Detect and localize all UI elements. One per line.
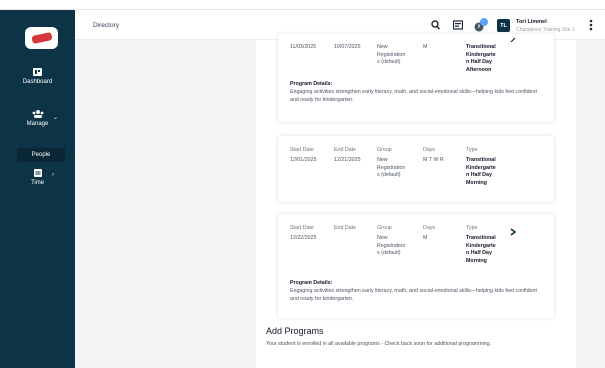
search-icon[interactable]	[431, 20, 440, 30]
group-line: Registration	[377, 164, 406, 171]
days: M	[423, 44, 428, 50]
column-header: End Date	[334, 225, 357, 231]
more-vertical-icon[interactable]	[589, 19, 593, 31]
column-header: Start Date	[290, 225, 314, 231]
breadcrumb[interactable]: Directory	[93, 22, 119, 29]
sidebar-item-label: People	[31, 152, 51, 158]
logo-icon[interactable]	[25, 27, 58, 49]
group-line: New	[377, 157, 388, 163]
program-card: Start Date End Date Group Days Type 12/2…	[278, 214, 554, 318]
chevron-right-icon[interactable]	[510, 228, 516, 236]
start-date: 12/01/2025	[290, 157, 317, 163]
group-line: s (default)	[377, 172, 401, 178]
top-strip	[0, 0, 605, 10]
add-programs-title: Add Programs	[266, 326, 324, 336]
program-details-text: Engaging activities strengthen early lit…	[290, 89, 537, 103]
sidebar-item-people[interactable]: People	[17, 148, 65, 162]
group-line: s (default)	[377, 59, 401, 65]
sidebar-item-manage[interactable]: Manage	[0, 110, 75, 127]
group-line: New	[377, 235, 388, 241]
column-header: Type	[466, 147, 478, 153]
time-icon	[33, 169, 42, 177]
type-line: Kindergarte	[466, 242, 496, 249]
main-content: 11/03/2025 10/07/2025 New Registration s…	[256, 34, 576, 368]
type-line: Afternoon	[466, 66, 492, 73]
news-icon[interactable]	[453, 20, 463, 30]
end-date: 10/07/2025	[334, 44, 361, 50]
start-date: 11/03/2025	[290, 44, 317, 50]
add-programs-subtitle: Your student is enrolled in all availabl…	[266, 341, 492, 347]
chevron-right-icon: ›	[52, 172, 54, 178]
type-line: n Half Day	[466, 172, 492, 178]
program-card: 11/03/2025 10/07/2025 New Registration s…	[278, 34, 554, 122]
start-date: 12/22/2025	[290, 235, 317, 241]
sidebar-item-label: Time	[30, 180, 45, 186]
user-name: Tori Limmel	[516, 19, 547, 25]
days: M	[423, 235, 428, 241]
column-header: Group	[377, 147, 392, 153]
type-line: n Half Day	[466, 250, 492, 256]
end-date: 12/21/2025	[334, 157, 361, 163]
program-details-text: Engaging activities strengthen early lit…	[290, 288, 537, 302]
group-line: New	[377, 44, 388, 50]
program-details-label: Program Details:	[290, 280, 333, 286]
sidebar-item-label: Manage	[26, 121, 49, 127]
type-line: n Half Day	[466, 59, 492, 65]
column-header: Start Date	[290, 147, 314, 153]
chevron-down-icon: ⌄	[53, 115, 59, 121]
sidebar-item-dashboard[interactable]: Dashboard	[0, 68, 75, 85]
column-header: Days	[423, 225, 436, 231]
type-line: Kindergarte	[466, 51, 496, 58]
manage-icon	[32, 110, 43, 118]
group-line: Registration	[377, 242, 406, 249]
notification-icon[interactable]	[473, 17, 489, 33]
days: M T W R	[423, 157, 444, 163]
sidebar-item-label: Dashboard	[22, 79, 53, 85]
group-line: Registration	[377, 51, 406, 58]
type-line: Transitional	[466, 235, 496, 241]
column-header: Type	[466, 225, 478, 231]
edit-icon[interactable]	[510, 37, 516, 43]
column-header: Days	[423, 147, 436, 153]
type-line: Morning	[466, 257, 487, 264]
column-header: Group	[377, 225, 392, 231]
sidebar-item-time[interactable]: Time	[0, 168, 75, 186]
column-header: End Date	[334, 147, 357, 153]
avatar[interactable]: TL	[497, 19, 510, 32]
type-line: Transitional	[466, 44, 496, 50]
sidebar: Dashboard Manage ⌄ People Time ›	[0, 10, 75, 368]
user-org: Champions Training Site 1	[516, 27, 575, 33]
program-card: Start Date End Date Group Days Type 12/0…	[278, 136, 554, 202]
dashboard-icon	[33, 68, 42, 76]
type-line: Morning	[466, 179, 487, 186]
program-details-label: Program Details:	[290, 81, 333, 87]
group-line: s (default)	[377, 250, 401, 256]
type-line: Kindergarte	[466, 164, 496, 171]
type-line: Transitional	[466, 157, 496, 163]
